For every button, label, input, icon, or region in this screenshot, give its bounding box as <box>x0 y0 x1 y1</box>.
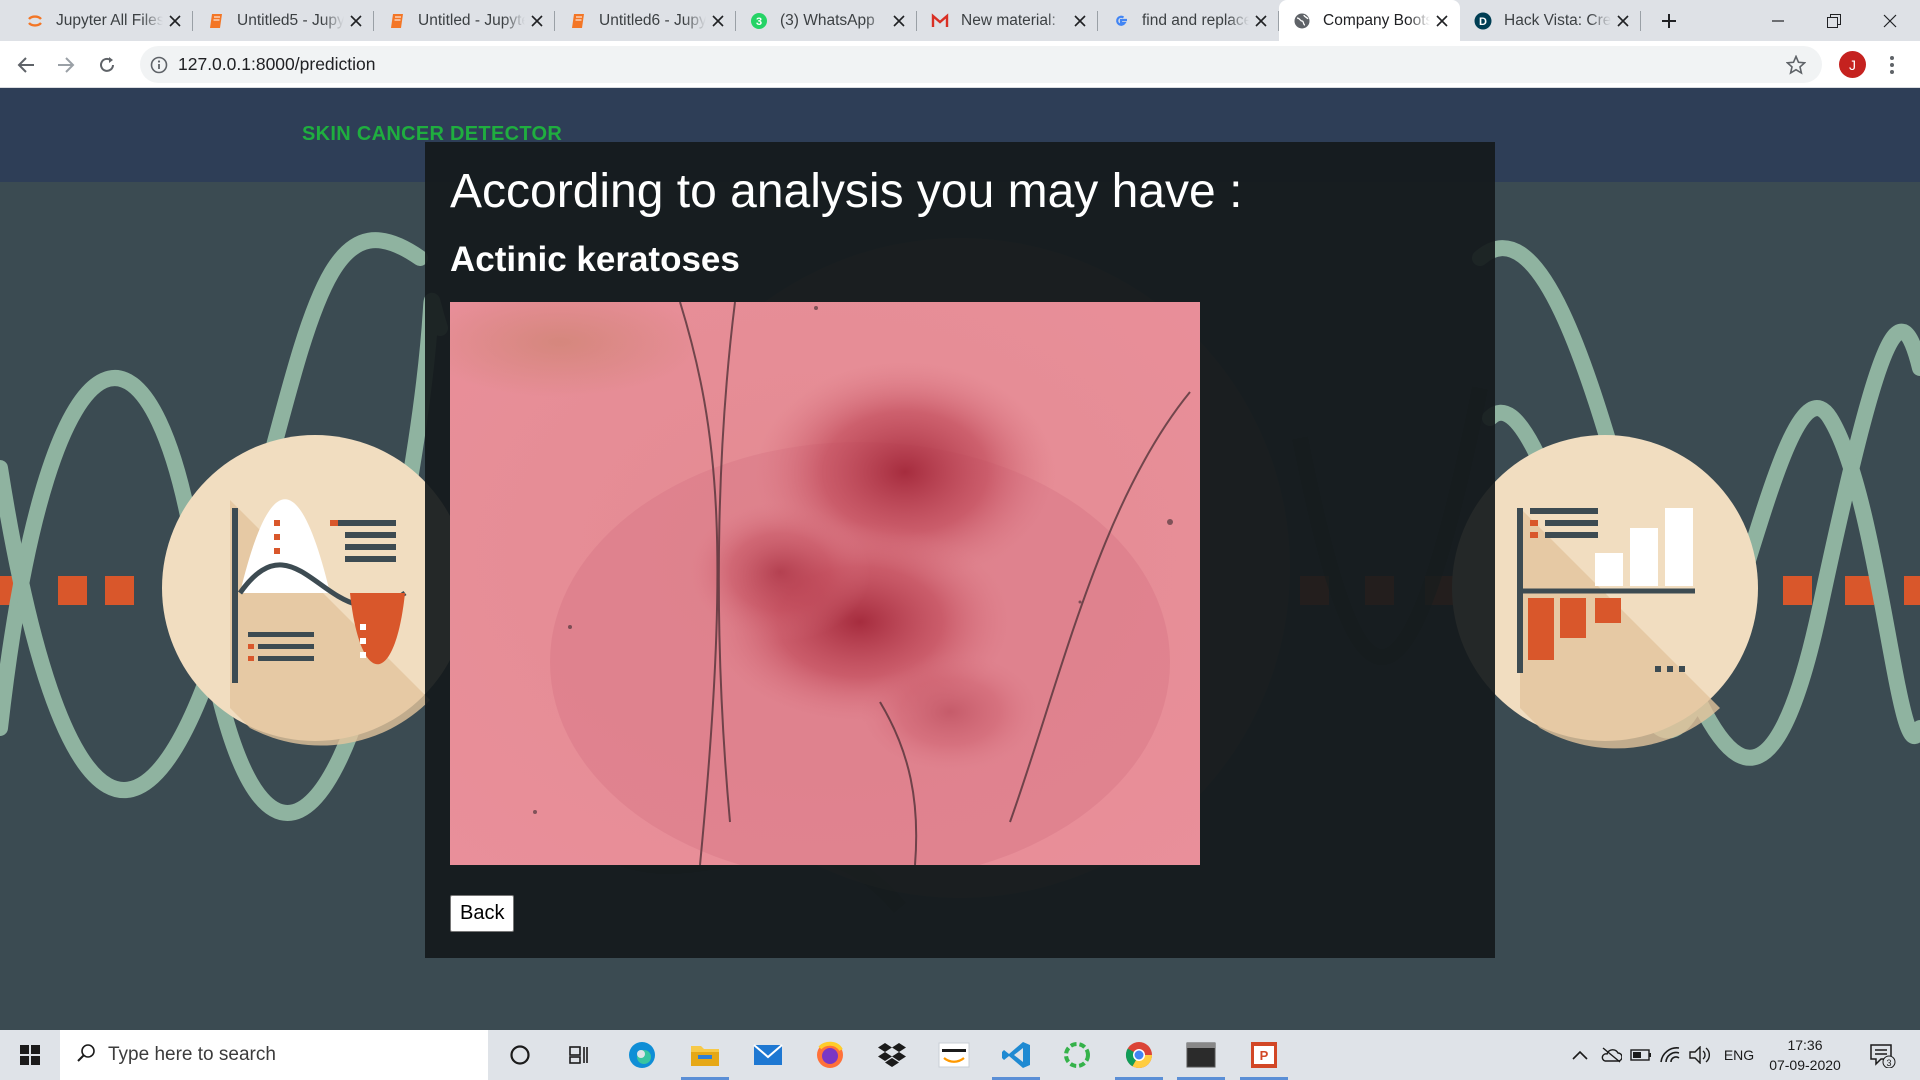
tab-company-bootstrap[interactable]: Company Bootstrap <box>1279 0 1460 41</box>
chart-illustration-right <box>1452 435 1758 749</box>
minimize-button[interactable] <box>1750 0 1806 41</box>
notification-center-icon[interactable]: 3 <box>1862 1030 1902 1080</box>
app-ring-icon[interactable] <box>1049 1030 1105 1080</box>
search-icon <box>76 1043 96 1068</box>
tab-gmail[interactable]: New material: <box>917 0 1098 41</box>
close-icon[interactable] <box>167 13 183 29</box>
tab-hack-vista[interactable]: D Hack Vista: Create <box>1460 0 1641 41</box>
tab-untitled[interactable]: Untitled - Jupyter Notebook <box>374 0 555 41</box>
tab-title: (3) WhatsApp <box>780 11 875 29</box>
prediction-label: Actinic keratoses <box>450 240 740 279</box>
result-heading: According to analysis you may have : <box>450 165 1243 218</box>
tab-title: Hack Vista: Create <box>1504 11 1611 29</box>
google-icon <box>1112 12 1130 30</box>
close-icon[interactable] <box>891 13 907 29</box>
search-placeholder: Type here to search <box>108 1044 276 1065</box>
whatsapp-badge: 3 <box>756 16 762 28</box>
tab-untitled5[interactable]: Untitled5 - Jupyter Notebook <box>193 0 374 41</box>
close-icon[interactable] <box>710 13 726 29</box>
mail-icon[interactable] <box>740 1030 796 1080</box>
terminal-icon[interactable] <box>1173 1030 1229 1080</box>
clock-date: 07-09-2020 <box>1769 1057 1841 1073</box>
restore-button[interactable] <box>1806 0 1862 41</box>
clock-time: 17:36 <box>1787 1037 1823 1053</box>
edge-icon[interactable] <box>614 1030 670 1080</box>
notebook-icon <box>388 12 406 30</box>
notebook-icon <box>569 12 587 30</box>
cortana-icon[interactable] <box>492 1030 548 1080</box>
globe-icon <box>1293 12 1311 30</box>
powerpoint-icon[interactable]: P <box>1236 1030 1292 1080</box>
tab-find-and-replace[interactable]: find and replace <box>1098 0 1279 41</box>
close-icon[interactable] <box>529 13 545 29</box>
svg-text:P: P <box>1260 1048 1269 1063</box>
tab-title: New material: <box>961 11 1056 29</box>
system-clock[interactable]: 17:36 07-09-2020 <box>1762 1035 1848 1075</box>
chrome-icon[interactable] <box>1111 1030 1167 1080</box>
jupyter-icon <box>26 12 44 30</box>
onedrive-offline-icon[interactable] <box>1598 1030 1624 1080</box>
kebab-menu-icon[interactable] <box>1882 52 1902 78</box>
result-panel: According to analysis you may have : Act… <box>425 142 1495 958</box>
forward-arrow-icon[interactable] <box>50 49 82 81</box>
tab-title: Company Bootstrap <box>1323 11 1430 29</box>
browser-tab-strip: Jupyter All Files Untitled5 - Jupyter No… <box>0 0 1920 41</box>
windows-taskbar: Type here to search P ENG 17:36 07-09-20… <box>0 1030 1920 1080</box>
close-window-button[interactable] <box>1862 0 1918 41</box>
tab-title: Jupyter All Files <box>56 11 163 29</box>
back-arrow-icon[interactable] <box>10 49 42 81</box>
skin-lesion-image <box>450 302 1200 865</box>
taskbar-search-box[interactable]: Type here to search <box>60 1030 488 1080</box>
web-page: SKIN CANCER DETECTOR According to analys… <box>0 88 1920 1030</box>
file-explorer-icon[interactable] <box>677 1030 733 1080</box>
tab-title: Untitled6 - Jupyter Notebook <box>599 11 706 29</box>
close-icon[interactable] <box>1253 13 1269 29</box>
tab-jupyter-all-files[interactable]: Jupyter All Files <box>12 0 193 41</box>
volume-icon[interactable] <box>1687 1030 1715 1080</box>
close-icon[interactable] <box>1072 13 1088 29</box>
back-button[interactable]: Back <box>450 895 515 932</box>
language-indicator[interactable]: ENG <box>1720 1030 1758 1080</box>
notification-count: 3 <box>1886 1058 1891 1068</box>
tab-untitled6[interactable]: Untitled6 - Jupyter Notebook <box>555 0 736 41</box>
battery-icon[interactable] <box>1628 1030 1654 1080</box>
notebook-icon <box>207 12 225 30</box>
browser-toolbar: 127.0.0.1:8000/prediction <box>0 41 1920 88</box>
new-tab-button[interactable] <box>1656 8 1682 34</box>
info-icon[interactable] <box>150 56 168 74</box>
whatsapp-icon: 3 <box>750 12 768 30</box>
firefox-icon[interactable] <box>802 1030 858 1080</box>
close-icon[interactable] <box>348 13 364 29</box>
dropbox-icon[interactable] <box>864 1030 920 1080</box>
tab-title: find and replace <box>1142 11 1249 29</box>
amazon-icon[interactable] <box>926 1030 982 1080</box>
url-text[interactable]: 127.0.0.1:8000/prediction <box>178 54 376 75</box>
address-bar[interactable]: 127.0.0.1:8000/prediction <box>140 46 1822 83</box>
tab-title: Untitled5 - Jupyter Notebook <box>237 11 344 29</box>
devpost-badge: D <box>1479 16 1487 28</box>
bookmark-star-icon[interactable] <box>1785 54 1807 80</box>
gmail-icon <box>931 12 949 30</box>
close-icon[interactable] <box>1615 13 1631 29</box>
reload-icon[interactable] <box>91 49 123 81</box>
vscode-icon[interactable] <box>988 1030 1044 1080</box>
devpost-icon: D <box>1474 12 1492 30</box>
wifi-icon[interactable] <box>1657 1030 1683 1080</box>
close-icon[interactable] <box>1434 13 1450 29</box>
task-view-icon[interactable] <box>551 1030 607 1080</box>
chart-illustration-left <box>162 435 468 746</box>
tab-whatsapp[interactable]: 3 (3) WhatsApp <box>736 0 917 41</box>
windows-start-icon[interactable] <box>0 1030 60 1080</box>
tab-title: Untitled - Jupyter Notebook <box>418 11 525 29</box>
chevron-up-icon[interactable] <box>1568 1030 1592 1080</box>
profile-avatar[interactable]: J <box>1839 51 1866 78</box>
